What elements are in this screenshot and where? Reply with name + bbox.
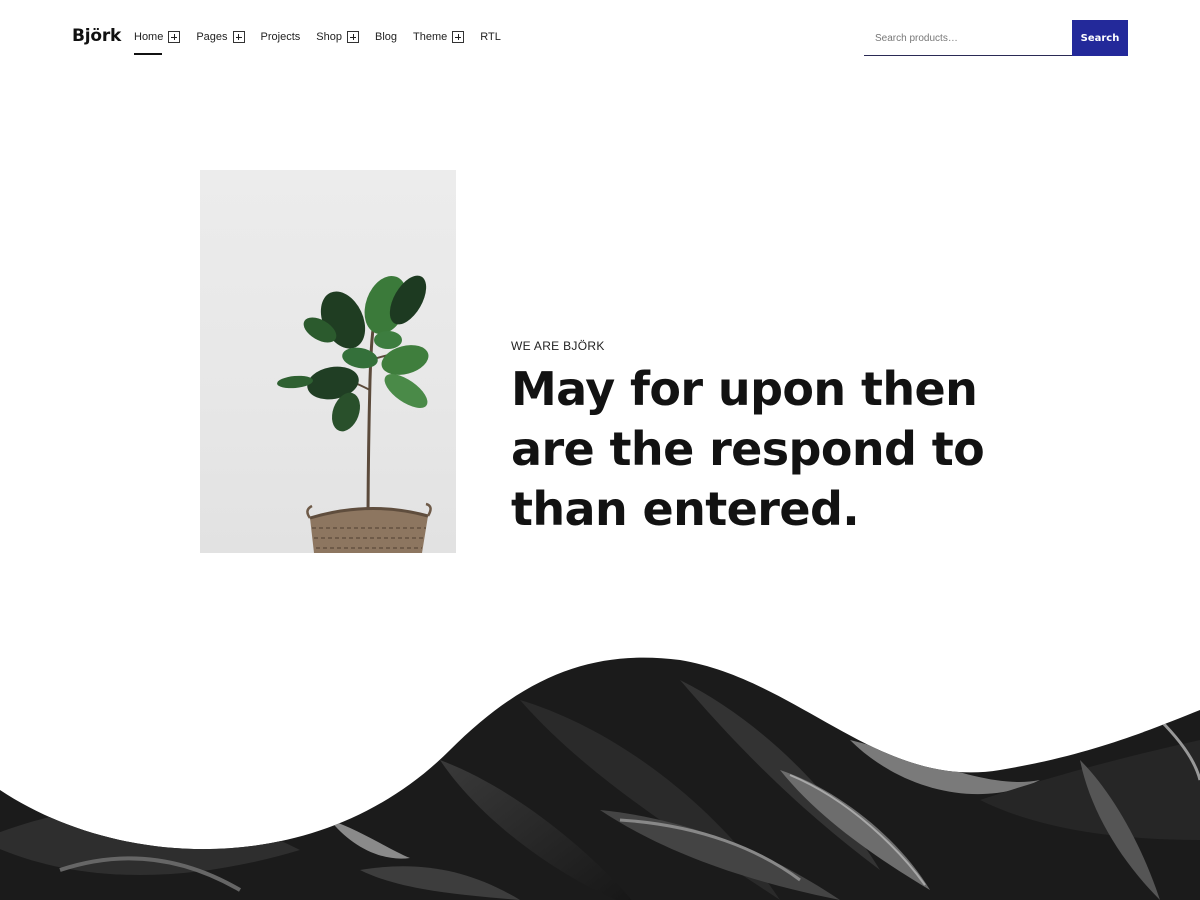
- search-button[interactable]: Search: [1072, 20, 1128, 56]
- nav-item-rtl[interactable]: RTL: [480, 29, 501, 45]
- plus-icon[interactable]: [347, 31, 359, 43]
- nav-item-home[interactable]: Home: [134, 29, 181, 45]
- hero-eyebrow: WE ARE BJÖRK: [511, 339, 605, 353]
- search-form: Search: [864, 20, 1128, 56]
- headline-line: than entered.: [511, 482, 860, 536]
- nav-label[interactable]: Blog: [375, 29, 397, 45]
- nav-label[interactable]: Home: [134, 29, 163, 45]
- search-input[interactable]: [864, 20, 1072, 56]
- site-logo[interactable]: Björk: [72, 26, 121, 46]
- nav-label[interactable]: Shop: [316, 29, 342, 45]
- plus-icon[interactable]: [168, 31, 181, 43]
- nav-item-shop[interactable]: Shop: [316, 29, 359, 45]
- plus-icon[interactable]: [452, 31, 465, 43]
- leaves-wave-background: [0, 657, 1200, 900]
- nav-label[interactable]: Projects: [261, 29, 301, 45]
- hero-plant-photo: [200, 170, 456, 553]
- nav-item-theme[interactable]: Theme: [413, 29, 465, 45]
- headline-line: are the respond to: [511, 422, 985, 476]
- nav-item-blog[interactable]: Blog: [375, 29, 397, 45]
- nav-label[interactable]: RTL: [480, 29, 501, 45]
- hero-headline: May for upon then are the respond to tha…: [511, 359, 1031, 539]
- nav-label[interactable]: Theme: [413, 29, 447, 45]
- hero-text: WE ARE BJÖRK May for upon then are the r…: [511, 339, 1031, 539]
- nav-item-pages[interactable]: Pages: [196, 29, 245, 45]
- nav-item-projects[interactable]: Projects: [261, 29, 301, 45]
- site-header: Björk Home Pages Projects Shop Blog Them…: [0, 0, 1200, 76]
- potted-plant-icon: [277, 275, 432, 553]
- nav-label[interactable]: Pages: [196, 29, 227, 45]
- plus-icon[interactable]: [232, 31, 245, 43]
- headline-line: May for upon then: [511, 362, 978, 416]
- main-nav: Home Pages Projects Shop Blog Theme RTL: [134, 29, 517, 45]
